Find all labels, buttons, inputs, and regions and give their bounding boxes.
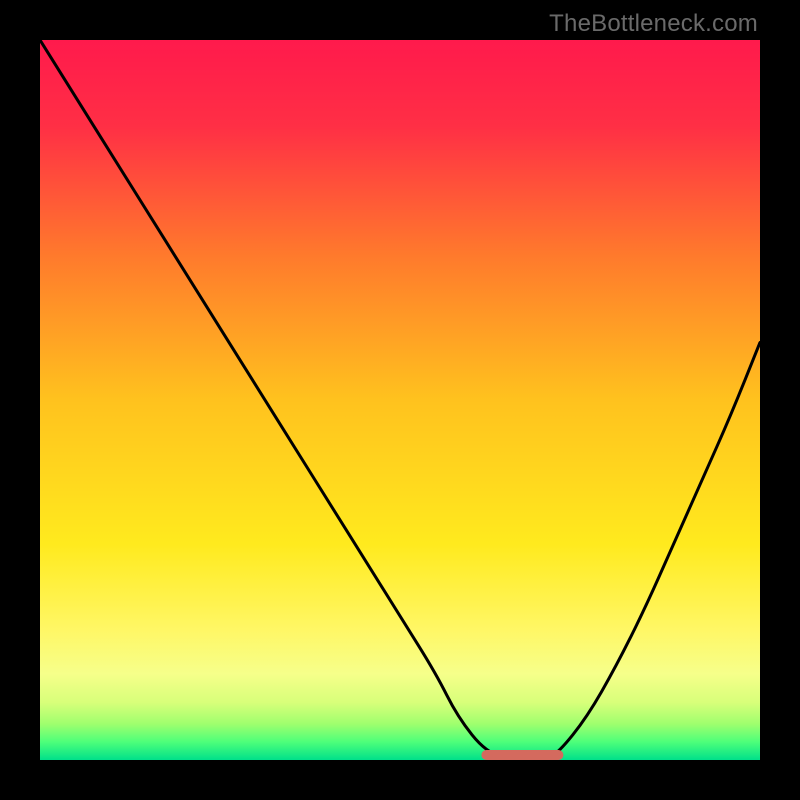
bottleneck-curve [40,40,760,760]
plot-area [40,40,760,760]
watermark-text: TheBottleneck.com [549,10,758,38]
chart-frame: TheBottleneck.com [0,0,800,800]
